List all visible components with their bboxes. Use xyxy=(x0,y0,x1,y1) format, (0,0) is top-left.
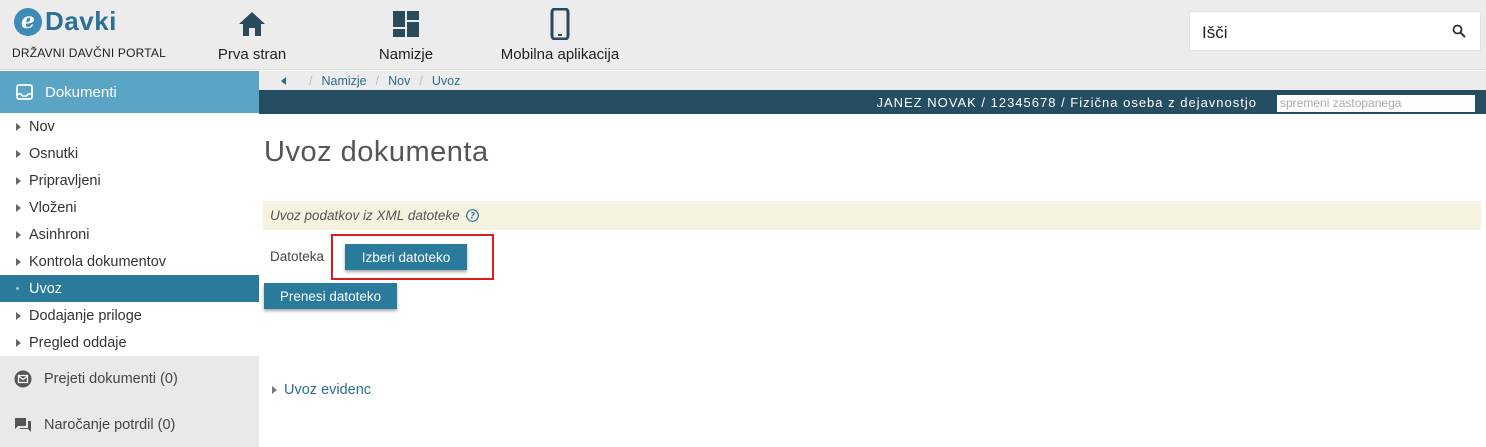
portal-subtitle: DRŽAVNI DAVČNI PORTAL xyxy=(12,46,167,60)
caret-right-icon xyxy=(16,338,21,347)
sidebar-item-prejeti-dokumenti[interactable]: Prejeti dokumenti (0) xyxy=(0,356,259,402)
nav-dashboard-label: Namizje xyxy=(378,46,434,63)
help-icon[interactable]: ? xyxy=(465,209,479,222)
caret-right-icon xyxy=(272,386,277,394)
breadcrumb-separator: / xyxy=(309,73,313,88)
inbox-icon xyxy=(16,84,33,100)
breadcrumb-uvoz[interactable]: Uvoz xyxy=(432,74,460,88)
sidebar-item-kontrola-dokumentov[interactable]: Kontrola dokumentov xyxy=(0,248,259,275)
caret-right-icon xyxy=(16,122,21,131)
sidebar-item-asinhroni[interactable]: Asinhroni xyxy=(0,221,259,248)
dashboard-icon xyxy=(376,8,436,40)
page-title: Uvoz dokumenta xyxy=(264,136,489,168)
sidebar-item-nov[interactable]: Nov xyxy=(0,113,259,140)
logo-name: Davki xyxy=(45,6,117,36)
sidebar-item-pregled-oddaje[interactable]: Pregled oddaje xyxy=(0,329,259,356)
sidebar-item-narocanje-potrdil[interactable]: Naročanje potrdil (0) xyxy=(0,402,259,447)
nav-dashboard[interactable]: Namizje xyxy=(376,8,436,63)
sidebar-extra-label: Prejeti dokumenti (0) xyxy=(44,371,178,387)
sidebar-item-label: Uvoz xyxy=(29,280,63,297)
sidebar-menu: Nov Osnutki Pripravljeni Vloženi Asinhro… xyxy=(0,113,259,356)
nav-mobile-label: Mobilna aplikacija xyxy=(500,46,620,63)
sidebar-header-label: Dokumenti xyxy=(45,83,117,101)
breadcrumb: / Namizje / Nov / Uvoz xyxy=(259,71,1486,90)
sidebar-item-label: Pregled oddaje xyxy=(29,334,127,351)
davki-logo[interactable]: e Davki xyxy=(14,6,117,37)
sidebar-item-osnutki[interactable]: Osnutki xyxy=(0,140,259,167)
smartphone-icon xyxy=(500,8,620,40)
caret-right-icon xyxy=(16,230,21,239)
sidebar-item-dodajanje-priloge[interactable]: Dodajanje priloge xyxy=(0,302,259,329)
caret-right-icon xyxy=(16,149,21,158)
active-dot-icon xyxy=(16,287,19,290)
home-icon xyxy=(215,8,289,40)
sidebar: Dokumenti Nov Osnutki Pripravljeni Vlože… xyxy=(0,71,259,447)
file-label: Datoteka xyxy=(270,249,325,264)
breadcrumb-separator: / xyxy=(375,73,380,88)
nav-home-label: Prva stran xyxy=(217,46,287,63)
sidebar-header-documents[interactable]: Dokumenti xyxy=(0,71,259,113)
caret-right-icon xyxy=(16,257,21,266)
back-arrow-icon[interactable] xyxy=(281,76,286,85)
search-input[interactable]: Išči xyxy=(1189,11,1481,51)
top-header: e Davki DRŽAVNI DAVČNI PORTAL Prva stran… xyxy=(0,0,1486,70)
sidebar-extra-label: Naročanje potrdil (0) xyxy=(44,417,176,433)
user-identity: JANEZ NOVAK / 12345678 / Fizična oseba z… xyxy=(876,95,1257,110)
search-icon[interactable] xyxy=(1452,24,1466,43)
sidebar-item-label: Osnutki xyxy=(29,145,79,162)
sidebar-item-label: Kontrola dokumentov xyxy=(29,253,167,270)
sidebar-item-label: Pripravljeni xyxy=(29,172,101,189)
evidence-import-label: Uvoz evidenc xyxy=(284,382,372,398)
caret-right-icon xyxy=(16,176,21,185)
sidebar-item-label: Asinhroni xyxy=(29,226,90,243)
choose-file-button[interactable]: Izberi datoteko xyxy=(345,244,467,270)
info-banner: Uvoz podatkov iz XML datoteke ? xyxy=(263,201,1481,230)
sidebar-item-pripravljeni[interactable]: Pripravljeni xyxy=(0,167,259,194)
chat-icon xyxy=(14,417,32,434)
search-placeholder: Išči xyxy=(1202,23,1228,42)
change-representative-input[interactable]: spremeni zastopanega xyxy=(1277,95,1475,112)
upload-file-button[interactable]: Prenesi datoteko xyxy=(264,283,397,309)
sidebar-item-label: Nov xyxy=(29,118,55,135)
evidence-import-link[interactable]: Uvoz evidenc xyxy=(272,382,371,398)
sidebar-item-vlozeni[interactable]: Vloženi xyxy=(0,194,259,221)
caret-right-icon xyxy=(16,203,21,212)
mail-icon xyxy=(14,370,32,388)
svg-text:?: ? xyxy=(470,212,475,222)
breadcrumb-separator: / xyxy=(419,73,423,88)
nav-home[interactable]: Prva stran xyxy=(215,8,289,63)
breadcrumb-namizje[interactable]: Namizje xyxy=(321,74,366,88)
info-text: Uvoz podatkov iz XML datoteke xyxy=(270,208,460,223)
user-bar: JANEZ NOVAK / 12345678 / Fizična oseba z… xyxy=(259,90,1486,114)
nav-mobile-app[interactable]: Mobilna aplikacija xyxy=(500,8,620,63)
logo-e-icon: e xyxy=(14,7,42,36)
sidebar-item-label: Vloženi xyxy=(29,199,77,216)
sidebar-item-uvoz[interactable]: Uvoz xyxy=(0,275,259,302)
caret-right-icon xyxy=(16,311,21,320)
sidebar-item-label: Dodajanje priloge xyxy=(29,307,142,324)
breadcrumb-nov[interactable]: Nov xyxy=(388,74,410,88)
